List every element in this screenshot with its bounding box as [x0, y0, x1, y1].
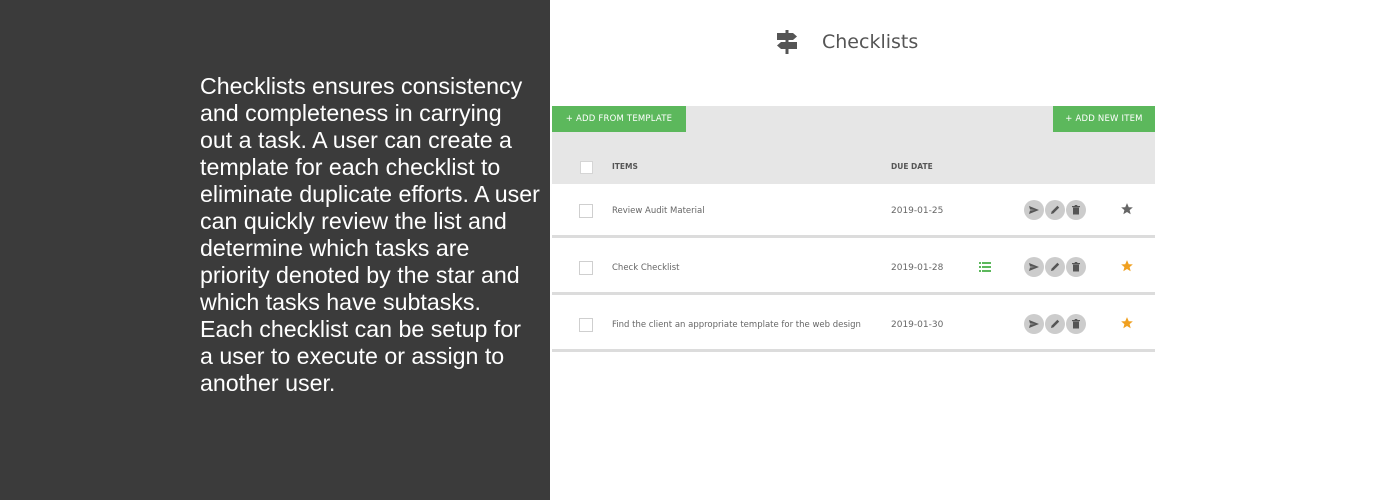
- pencil-icon: [1051, 319, 1060, 328]
- add-from-template-button[interactable]: + ADD FROM TEMPLATE: [552, 106, 686, 132]
- subtasks-list-icon[interactable]: [979, 261, 991, 273]
- row-due-date: 2019-01-28: [891, 263, 944, 273]
- table-row: Check Checklist 2019-01-28: [552, 241, 1155, 295]
- delete-button[interactable]: [1066, 314, 1086, 334]
- row-due-date: 2019-01-25: [891, 206, 944, 216]
- row-actions: [1024, 257, 1086, 277]
- description-text: Checklists ensures consistency and compl…: [200, 73, 540, 396]
- row-item-name: Find the client an appropriate template …: [612, 320, 861, 330]
- star-icon[interactable]: [1120, 259, 1134, 273]
- row-checkbox[interactable]: [579, 318, 593, 332]
- table-row: Review Audit Material 2019-01-25: [552, 184, 1155, 238]
- star-icon[interactable]: [1120, 316, 1134, 330]
- edit-button[interactable]: [1045, 200, 1065, 220]
- send-button[interactable]: [1024, 257, 1044, 277]
- column-header-due-date[interactable]: DUE DATE: [891, 162, 933, 171]
- add-new-item-button[interactable]: + ADD NEW ITEM: [1053, 106, 1155, 132]
- row-checkbox[interactable]: [579, 261, 593, 275]
- delete-button[interactable]: [1066, 257, 1086, 277]
- pencil-icon: [1051, 205, 1060, 214]
- page-header: Checklists: [776, 28, 918, 56]
- send-button[interactable]: [1024, 314, 1044, 334]
- send-icon: [1029, 320, 1039, 328]
- row-checkbox[interactable]: [579, 204, 593, 218]
- edit-button[interactable]: [1045, 257, 1065, 277]
- row-item-name: Review Audit Material: [612, 206, 705, 216]
- description-panel: Checklists ensures consistency and compl…: [0, 0, 550, 500]
- toolbar: + ADD FROM TEMPLATE + ADD NEW ITEM: [552, 106, 1155, 132]
- row-item-name: Check Checklist: [612, 263, 680, 273]
- edit-button[interactable]: [1045, 314, 1065, 334]
- row-actions: [1024, 200, 1086, 220]
- send-icon: [1029, 206, 1039, 214]
- row-actions: [1024, 314, 1086, 334]
- trash-icon: [1072, 205, 1080, 215]
- select-all-checkbox[interactable]: [580, 161, 593, 174]
- row-due-date: 2019-01-30: [891, 320, 944, 330]
- page-title: Checklists: [822, 31, 919, 53]
- table-row: Find the client an appropriate template …: [552, 298, 1155, 352]
- trash-icon: [1072, 319, 1080, 329]
- trash-icon: [1072, 262, 1080, 272]
- delete-button[interactable]: [1066, 200, 1086, 220]
- star-icon[interactable]: [1120, 202, 1134, 216]
- send-button[interactable]: [1024, 200, 1044, 220]
- send-icon: [1029, 263, 1039, 271]
- pencil-icon: [1051, 262, 1060, 271]
- column-header-items[interactable]: ITEMS: [612, 162, 638, 171]
- signpost-icon: [776, 30, 798, 54]
- table-header: ITEMS DUE DATE: [552, 132, 1155, 184]
